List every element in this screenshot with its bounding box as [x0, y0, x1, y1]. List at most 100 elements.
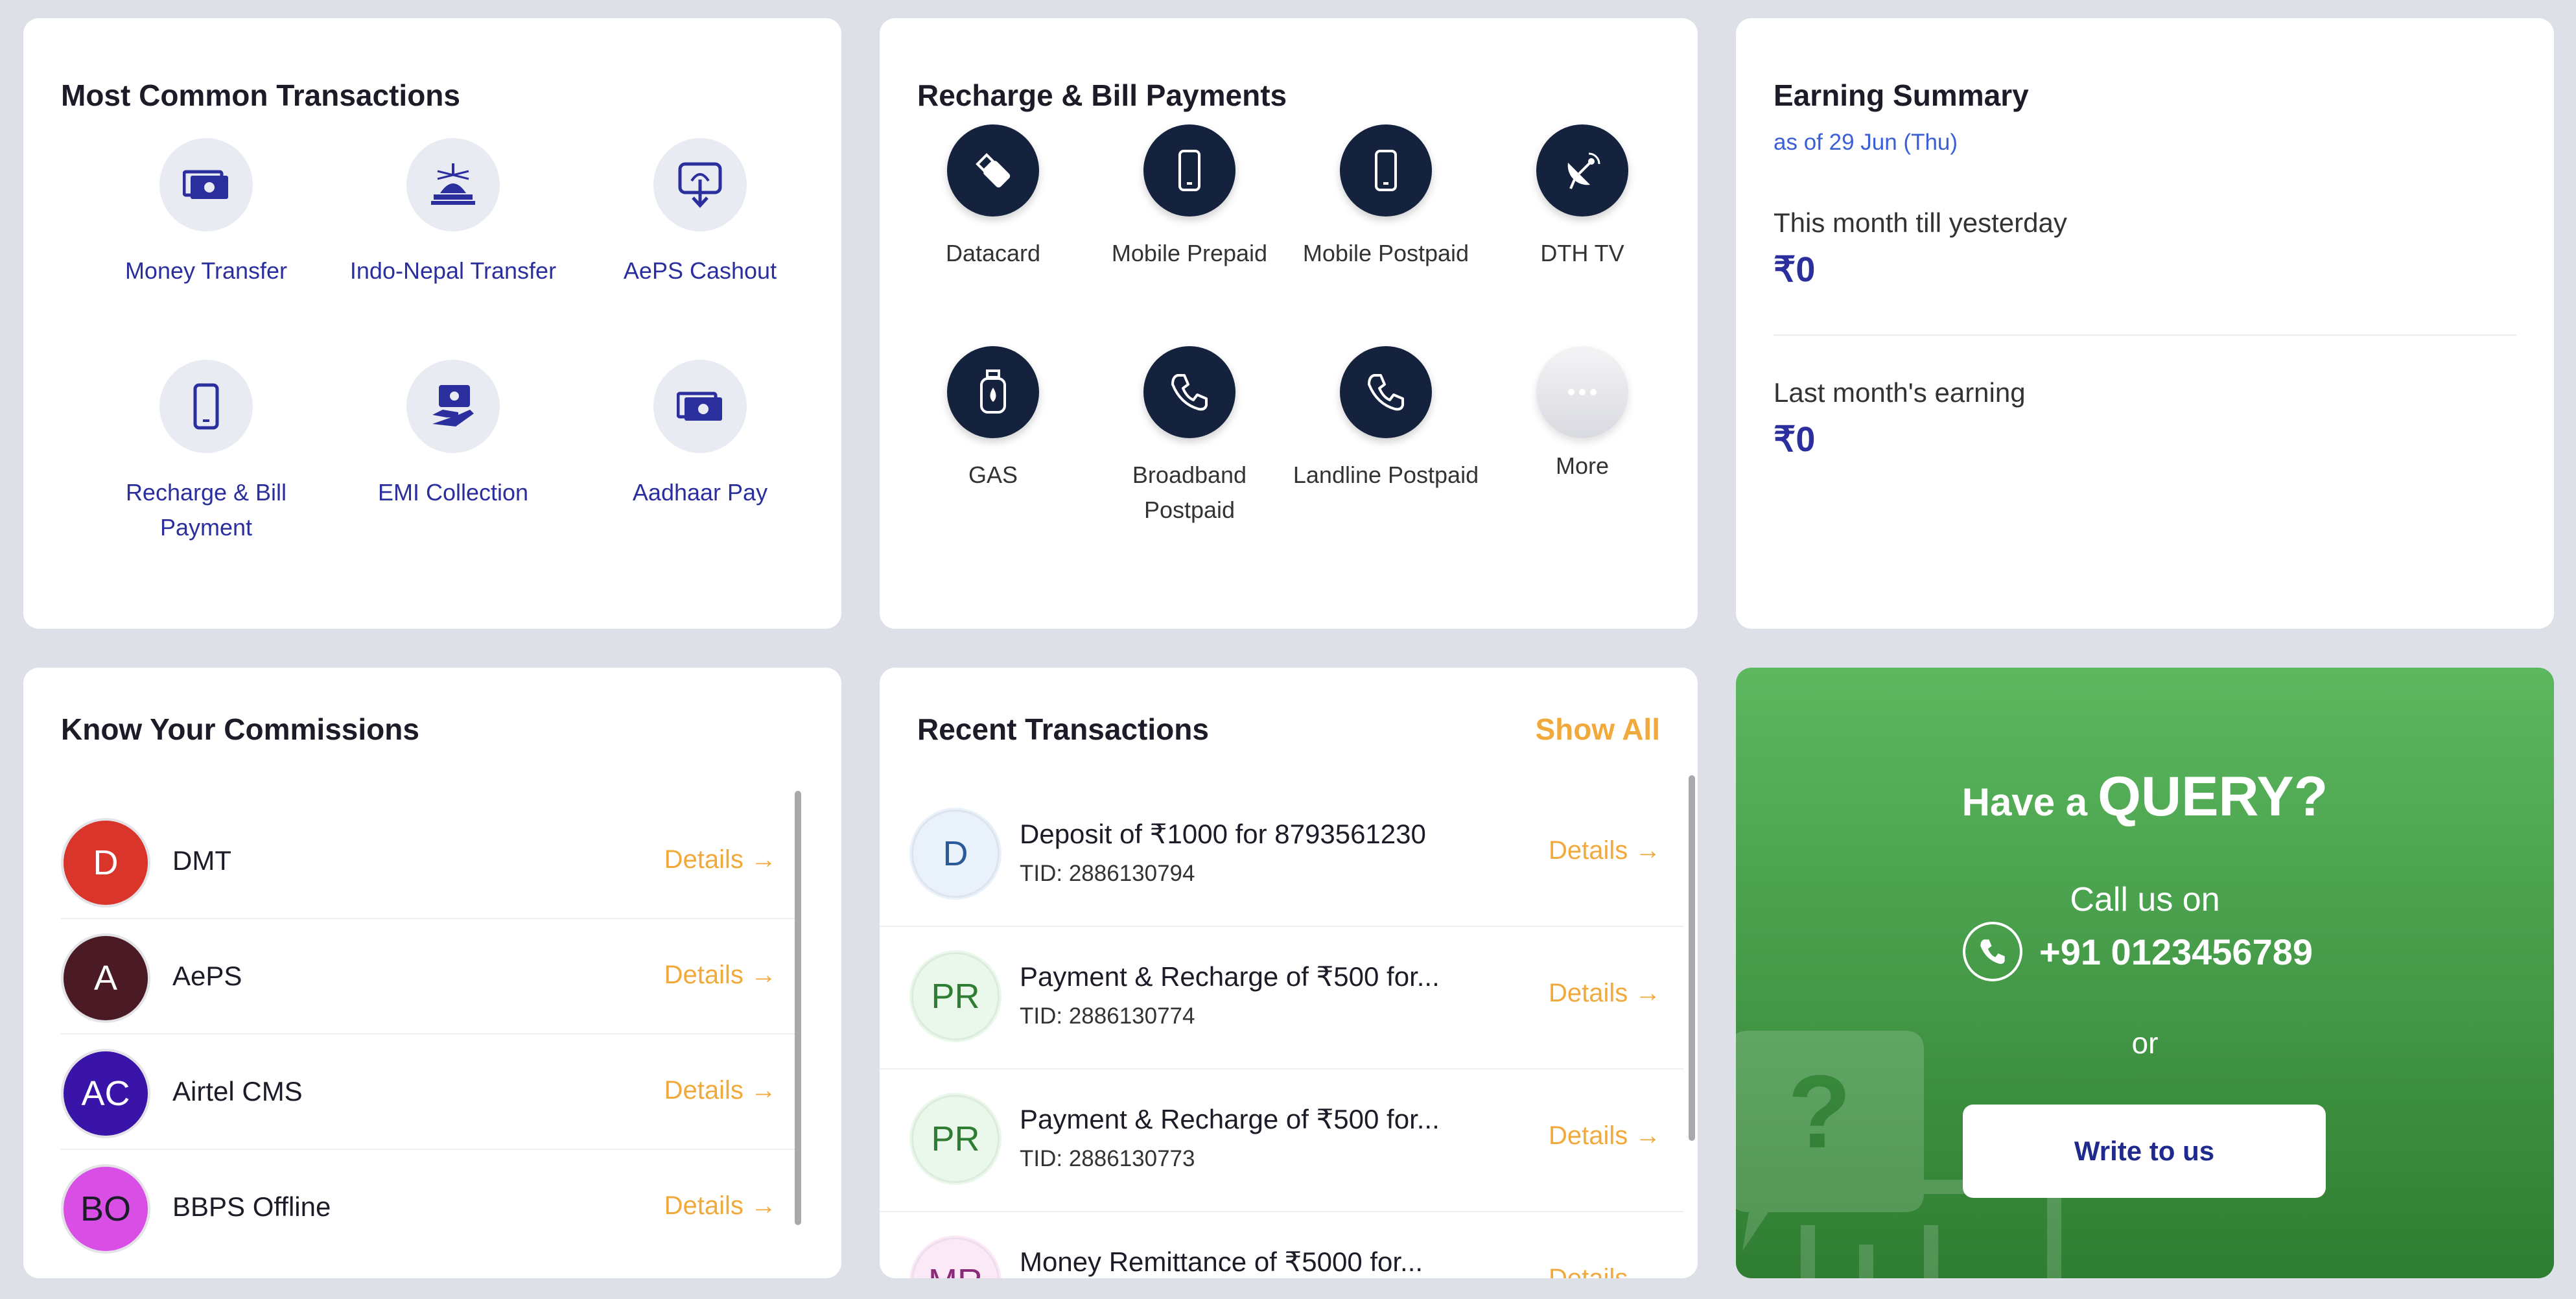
- mct-emi-collection[interactable]: EMI Collection: [330, 360, 576, 510]
- phone-icon: [1143, 346, 1235, 438]
- avatar: D: [909, 808, 1001, 900]
- mobile-icon: [1143, 124, 1235, 216]
- mct-label: Aadhaar Pay: [632, 479, 768, 506]
- transaction-title: Payment & Recharge of ₹500 for...: [1020, 961, 1440, 992]
- rc-dth-tv[interactable]: DTH TV: [1485, 124, 1680, 271]
- earning-divider: [1774, 334, 2516, 336]
- earning-title: Earning Summary: [1774, 78, 2029, 112]
- details-link[interactable]: Details →: [1549, 836, 1661, 865]
- cash-icon: [653, 360, 747, 453]
- fingerprint-cashout-icon: [653, 138, 747, 231]
- details-link[interactable]: Details →: [664, 845, 777, 874]
- stupa-icon: [406, 138, 500, 231]
- commission-name: Airtel CMS: [172, 1076, 303, 1106]
- transaction-row: PR Payment & Recharge of ₹500 for... TID: …: [880, 1070, 1683, 1212]
- transaction-tid: TID: 2886130773: [1020, 1146, 1195, 1171]
- commission-name: BBPS Offline: [172, 1191, 331, 1222]
- rc-label: Landline Postpaid: [1293, 462, 1479, 488]
- recharge-card: Recharge & Bill Payments Datacard Mobile…: [880, 18, 1698, 629]
- phone-number-text: +91 0123456789: [2039, 931, 2313, 972]
- more-dots-icon: [1536, 346, 1628, 438]
- transaction-tid: TID: 2886130774: [1020, 1003, 1195, 1029]
- mct-label: Recharge & Bill Payment: [125, 479, 287, 541]
- rc-landline[interactable]: Landline Postpaid: [1289, 346, 1483, 493]
- or-label: or: [2131, 1026, 2159, 1060]
- rc-broadband[interactable]: Broadband Postpaid: [1092, 346, 1287, 528]
- money-transfer-icon: [159, 138, 253, 231]
- transaction-title: Payment & Recharge of ₹500 for...: [1020, 1104, 1440, 1134]
- earning-last-label: Last month's earning: [1774, 377, 2026, 408]
- details-link[interactable]: Details →: [1549, 1121, 1661, 1151]
- query-have-a: Have a: [1961, 780, 2088, 824]
- mct-label: AePS Cashout: [623, 257, 777, 284]
- rc-datacard[interactable]: Datacard: [896, 124, 1090, 271]
- write-to-us-button[interactable]: Write to us: [1963, 1105, 2326, 1198]
- mobile-icon: [159, 360, 253, 453]
- show-all-link[interactable]: Show All: [1535, 712, 1660, 747]
- details-link[interactable]: Details →: [664, 961, 777, 990]
- transaction-row: PR Payment & Recharge of ₹500 for... TID: …: [880, 927, 1683, 1070]
- earning-last-value: ₹0: [1774, 420, 1816, 459]
- mct-recharge-bill[interactable]: Recharge & Bill Payment: [83, 360, 329, 545]
- rc-label: DTH TV: [1540, 240, 1624, 266]
- usb-stick-icon: [947, 124, 1039, 216]
- mobile-icon: [1340, 124, 1432, 216]
- earning-as-of: as of 29 Jun (Thu): [1774, 130, 1958, 155]
- transaction-row: MR Money Remittance of ₹5000 for... Detail…: [880, 1212, 1683, 1278]
- recent-card: Recent Transactions Show All D Deposit of…: [880, 668, 1698, 1278]
- phone-number[interactable]: +91 0123456789: [1963, 922, 2313, 981]
- commission-row: AC Airtel CMS Details →: [61, 1035, 800, 1150]
- most-common-title: Most Common Transactions: [61, 78, 460, 112]
- avatar: BO: [61, 1164, 150, 1254]
- phone-icon: [1340, 346, 1432, 438]
- mct-aeps-cashout[interactable]: AePS Cashout: [577, 138, 823, 288]
- mct-money-transfer[interactable]: Money Transfer: [83, 138, 329, 288]
- rc-label: Broadband Postpaid: [1132, 462, 1247, 523]
- rc-mobile-prepaid[interactable]: Mobile Prepaid: [1092, 124, 1287, 271]
- rc-label: Datacard: [945, 240, 1041, 266]
- satellite-dish-icon: [1536, 124, 1628, 216]
- emi-hand-icon: [406, 360, 500, 453]
- commission-row: BO BBPS Offline Details →: [61, 1150, 800, 1265]
- avatar: AC: [61, 1049, 150, 1138]
- call-us-label: Call us on: [2070, 881, 2220, 919]
- phone-icon: [1963, 922, 2022, 981]
- rc-label: GAS: [968, 462, 1018, 488]
- commissions-title: Know Your Commissions: [61, 712, 419, 746]
- avatar: D: [61, 818, 150, 907]
- transaction-tid: TID: 2886130794: [1020, 861, 1195, 886]
- query-heading: Have a QUERY?: [1736, 765, 2554, 829]
- earning-month-label: This month till yesterday: [1774, 207, 2067, 238]
- details-link[interactable]: Details →: [664, 1191, 777, 1221]
- transaction-title: Money Remittance of ₹5000 for...: [1020, 1246, 1423, 1277]
- mct-aadhaar-pay[interactable]: Aadhaar Pay: [577, 360, 823, 510]
- transaction-row: D Deposit of ₹1000 for 8793561230 TID: 288…: [880, 784, 1683, 927]
- most-common-card: Most Common Transactions Money Transfer …: [23, 18, 841, 629]
- commission-name: AePS: [172, 961, 242, 991]
- query-word: QUERY?: [2098, 766, 2328, 828]
- recent-title: Recent Transactions: [917, 712, 1209, 746]
- commission-row: D DMT Details →: [61, 804, 800, 919]
- details-link[interactable]: Details →: [1549, 979, 1661, 1008]
- avatar: MR: [909, 1235, 1001, 1278]
- details-link[interactable]: Details →: [664, 1076, 777, 1105]
- rc-mobile-postpaid[interactable]: Mobile Postpaid: [1289, 124, 1483, 271]
- recharge-title: Recharge & Bill Payments: [917, 78, 1287, 112]
- rc-label: More: [1555, 452, 1610, 479]
- commission-row: A AePS Details →: [61, 919, 800, 1035]
- avatar: PR: [909, 1093, 1001, 1185]
- gas-cylinder-icon: [947, 346, 1039, 438]
- transaction-title: Deposit of ₹1000 for 8793561230: [1020, 819, 1426, 849]
- mct-label: Indo-Nepal Transfer: [349, 257, 557, 284]
- rc-gas[interactable]: GAS: [896, 346, 1090, 493]
- avatar: PR: [909, 950, 1001, 1042]
- rc-label: Mobile Postpaid: [1302, 240, 1469, 266]
- svg-text:?: ?: [1788, 1053, 1851, 1169]
- details-link[interactable]: Details →: [1549, 1264, 1661, 1278]
- rc-label: Mobile Prepaid: [1111, 240, 1268, 266]
- rc-more[interactable]: More: [1485, 346, 1680, 484]
- recent-scrollbar[interactable]: [1689, 775, 1695, 1141]
- commissions-scrollbar[interactable]: [795, 791, 801, 1225]
- mct-indo-nepal[interactable]: Indo-Nepal Transfer: [330, 138, 576, 288]
- commission-name: DMT: [172, 845, 231, 876]
